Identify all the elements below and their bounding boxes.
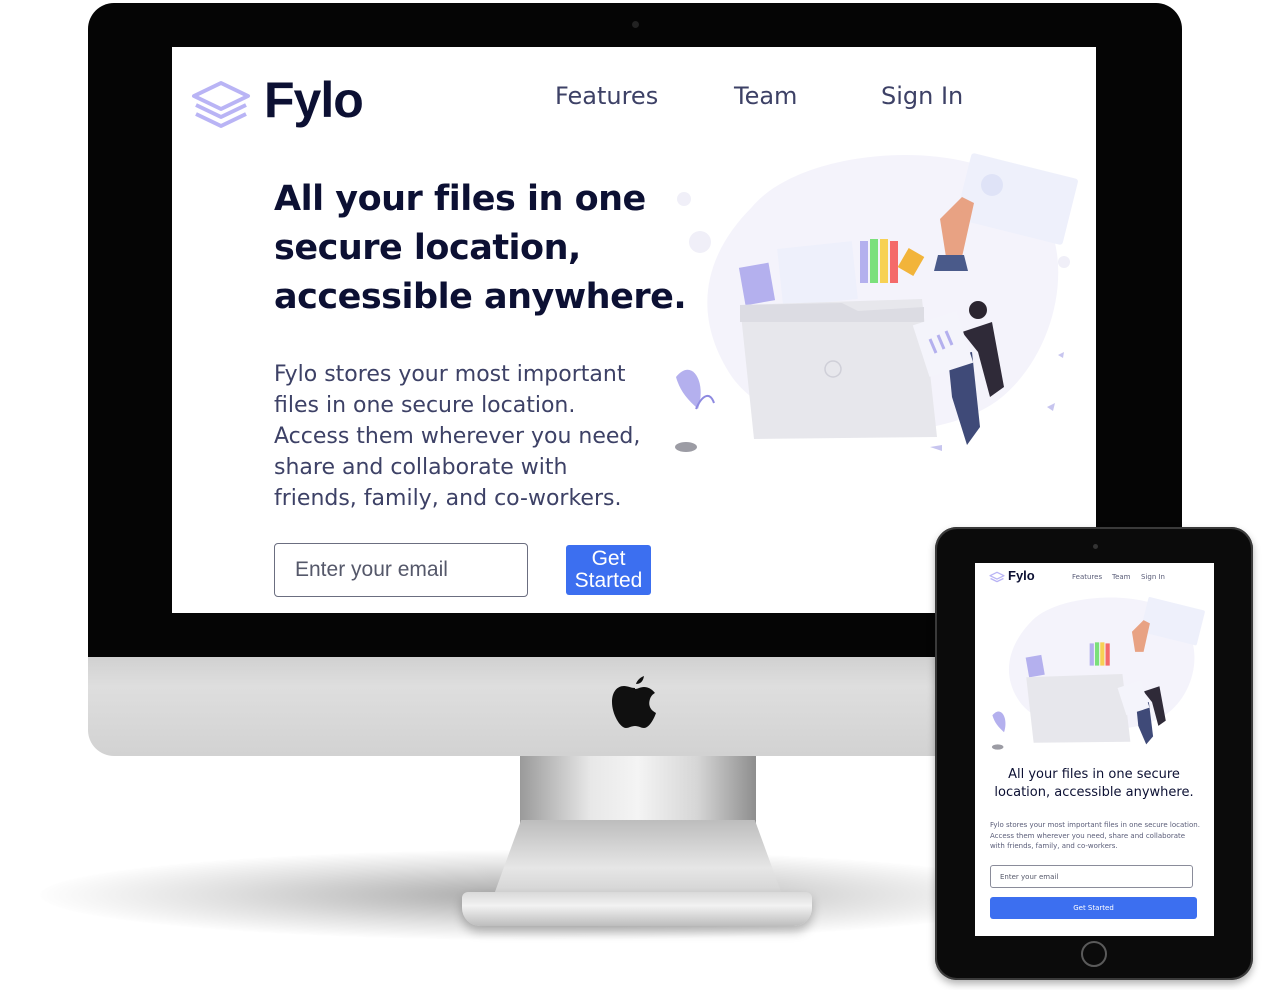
nav-features-link[interactable]: Features bbox=[555, 82, 658, 110]
email-input[interactable] bbox=[274, 543, 528, 597]
ipad-home-button[interactable] bbox=[1081, 941, 1107, 967]
get-started-button[interactable]: Get Started bbox=[566, 545, 651, 595]
ipad-camera bbox=[1093, 544, 1098, 549]
nav-team-link[interactable]: Team bbox=[1112, 573, 1131, 581]
imac-stand-curve bbox=[492, 820, 784, 900]
hero-title: All your files in one secure location, a… bbox=[274, 179, 687, 317]
hero-description: Fylo stores your most important files in… bbox=[990, 821, 1200, 850]
nav-team-link[interactable]: Team bbox=[734, 82, 797, 110]
imac-stand-base bbox=[462, 892, 812, 926]
nav-sign-in-link[interactable]: Sign In bbox=[881, 82, 963, 110]
get-started-button[interactable]: Get Started bbox=[990, 897, 1197, 919]
nav-sign-in-link[interactable]: Sign In bbox=[1141, 573, 1165, 581]
apple-logo-icon bbox=[612, 676, 656, 728]
brand-name: Fylo bbox=[1008, 568, 1035, 583]
hero-description: Fylo stores your most important files in… bbox=[274, 362, 641, 511]
tablet-screen: Fylo Features Team Sign In All your file… bbox=[975, 563, 1214, 936]
nav-features-link[interactable]: Features bbox=[1072, 573, 1102, 581]
email-input[interactable] bbox=[990, 865, 1193, 888]
hero-illustration bbox=[675, 153, 1078, 452]
hero-illustration bbox=[991, 597, 1205, 750]
hero-title: All your files in one secure location, a… bbox=[994, 767, 1194, 800]
stacked-layers-icon bbox=[192, 81, 250, 128]
imac-camera bbox=[632, 21, 639, 28]
stacked-layers-icon bbox=[989, 571, 1005, 583]
brand-name: Fylo bbox=[264, 72, 364, 128]
